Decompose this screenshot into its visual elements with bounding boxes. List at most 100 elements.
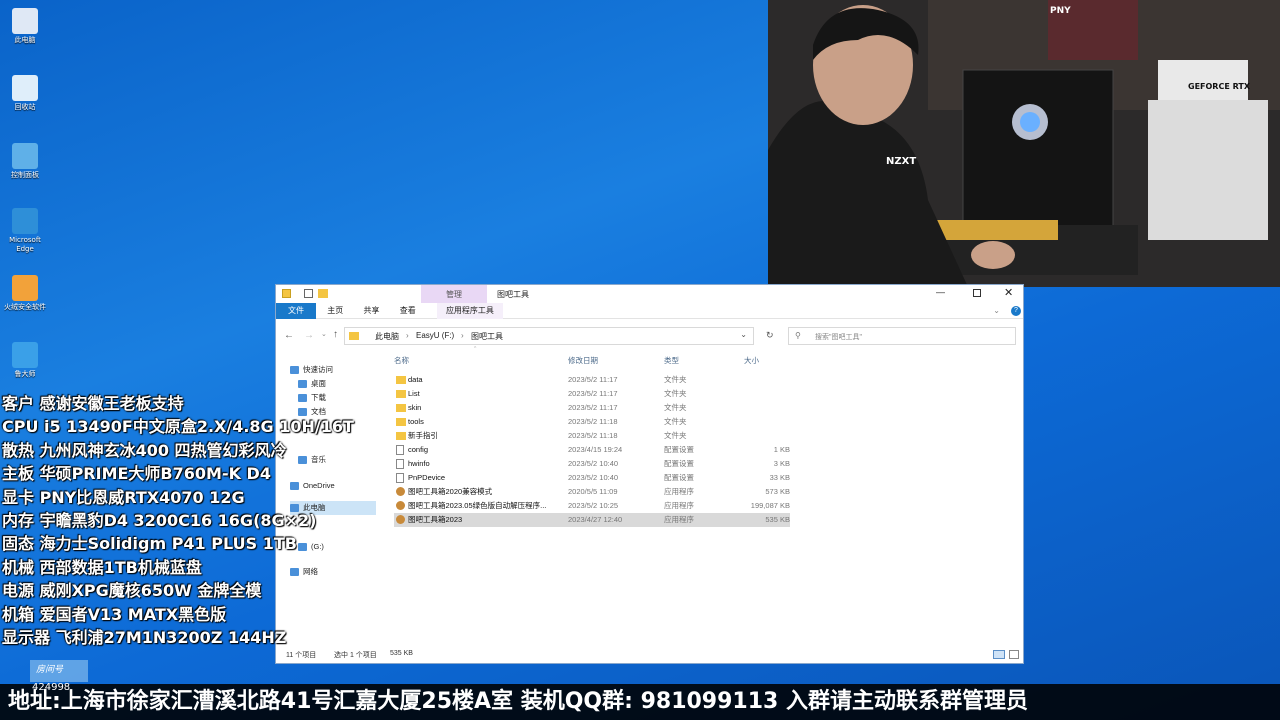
nav-item[interactable]: OneDrive — [290, 479, 335, 493]
nav-item-label: (G:) — [311, 542, 324, 551]
nav-item[interactable]: 网络 — [290, 565, 318, 579]
folder-icon — [349, 332, 359, 340]
file-row[interactable]: 图吧工具箱2023.05绿色版自动解压程序... 2023/5/2 10:25 应用… — [394, 499, 790, 513]
tab-app-tools[interactable]: 应用程序工具 — [436, 303, 503, 319]
tab-file[interactable]: 文件 — [276, 303, 316, 319]
file-type: 配置设置 — [664, 459, 694, 468]
selected-size: 535 KB — [390, 650, 413, 657]
app-icon — [396, 501, 405, 510]
forward-icon[interactable]: → — [304, 330, 314, 341]
tab-view[interactable]: 查看 — [391, 303, 425, 319]
file-row[interactable]: 图吧工具箱2023 2023/4/27 12:40 应用程序 535 KB — [394, 513, 790, 527]
room-label: 房间号 — [36, 665, 64, 675]
title-bar: 管理 图吧工具 — ✕ — [276, 285, 1023, 303]
column-type[interactable]: 类型 — [664, 355, 679, 366]
maximize-button[interactable] — [973, 289, 981, 297]
item-count: 11 个项目 — [286, 652, 317, 659]
tab-share[interactable]: 共享 — [354, 303, 388, 319]
file-row[interactable]: 图吧工具箱2020兼容模式 2020/5/5 11:09 应用程序 573 KB — [394, 485, 790, 499]
help-icon[interactable]: ? — [1011, 306, 1021, 316]
nav-item[interactable]: 音乐 — [298, 453, 326, 467]
file-name: PnPDevice — [408, 473, 446, 482]
nav-item[interactable]: 桌面 — [298, 377, 326, 391]
file-date: 2023/4/15 19:24 — [568, 445, 623, 454]
file-type: 文件夹 — [664, 417, 687, 426]
desktop-icon[interactable]: 此电脑 — [4, 8, 46, 45]
column-name[interactable]: 名称 — [394, 355, 409, 366]
folder-icon — [396, 404, 406, 412]
desktop-icon[interactable]: 鲁大师 — [4, 342, 46, 379]
desktop-icon[interactable]: Microsoft Edge — [4, 208, 46, 254]
spec-line: 客户 感谢安徽王老板支持 — [2, 394, 184, 413]
quick-access-toolbar-icon[interactable] — [282, 289, 291, 298]
recent-locations-icon[interactable]: ⌄ — [321, 330, 327, 338]
refresh-icon[interactable]: ↻ — [766, 330, 774, 341]
search-placeholder: 搜索"图吧工具" — [815, 334, 862, 341]
file-size: 3 KB — [773, 459, 790, 468]
breadcrumb-folder[interactable]: 图吧工具 — [471, 331, 503, 342]
desktop-icon-label: 此电脑 — [14, 36, 36, 44]
chevron-down-icon[interactable]: ⌄ — [740, 330, 747, 339]
desktop-icon[interactable]: 火绒安全软件 — [4, 275, 46, 312]
file-date: 2023/4/27 12:40 — [568, 515, 623, 524]
column-size[interactable]: 大小 — [744, 355, 759, 366]
large-icons-view-icon[interactable] — [1009, 650, 1019, 659]
desktop-icon-label: 火绒安全软件 — [4, 303, 46, 311]
breadcrumb-drive[interactable]: EasyU (F:) — [416, 331, 454, 340]
search-input[interactable]: ⚲ 搜索"图吧工具" — [788, 327, 1016, 345]
desktop-icon[interactable]: 回收站 — [4, 75, 46, 112]
file-name: config — [408, 445, 429, 454]
nav-item[interactable]: 下载 — [298, 391, 326, 405]
nav-item-label: 网络 — [303, 567, 318, 576]
config-file-icon — [396, 473, 404, 483]
file-row[interactable]: hwinfo 2023/5/2 10:40 配置设置 3 KB — [394, 457, 790, 471]
config-file-icon — [396, 445, 404, 455]
back-icon[interactable]: ← — [284, 330, 294, 341]
file-name: 图吧工具箱2020兼容模式 — [408, 487, 493, 496]
breadcrumb-sep: › — [461, 331, 464, 340]
recycle-bin-icon — [12, 75, 38, 101]
download-icon — [298, 394, 307, 403]
column-date[interactable]: 修改日期 — [568, 355, 598, 366]
desktop-icon-label: 控制面板 — [11, 171, 39, 179]
star-icon — [290, 366, 299, 375]
folder-icon — [396, 418, 406, 426]
file-row[interactable]: skin 2023/5/2 11:17 文件夹 — [394, 401, 790, 415]
nav-item[interactable]: 快速访问 — [290, 363, 333, 377]
file-row[interactable]: PnPDevice 2023/5/2 10:40 配置设置 33 KB — [394, 471, 790, 485]
file-date: 2023/5/2 10:40 — [568, 459, 619, 468]
minimize-button[interactable]: — — [936, 287, 945, 297]
config-file-icon — [396, 459, 404, 469]
desktop-icon[interactable]: 控制面板 — [4, 143, 46, 180]
file-row[interactable]: tools 2023/5/2 11:18 文件夹 — [394, 415, 790, 429]
folder-icon — [396, 376, 406, 384]
context-tab-manage[interactable]: 管理 — [421, 285, 487, 303]
file-row[interactable]: config 2023/4/15 19:24 配置设置 1 KB — [394, 443, 790, 457]
spec-line: CPU i5 13490F中文原盒2.X/4.8G 10H/16T — [2, 417, 354, 437]
tab-home[interactable]: 主页 — [318, 303, 352, 319]
spec-line: 显卡 PNY比恩威RTX4070 12G — [2, 487, 245, 507]
status-bar: 11 个项目 选中 1 个项目 535 KB — [276, 647, 1023, 663]
nav-item[interactable]: (G:) — [298, 540, 324, 554]
undo-icon[interactable] — [304, 289, 313, 298]
control-panel-icon — [12, 143, 38, 169]
address-bar[interactable]: 此电脑 › EasyU (F:) › 图吧工具 ⌄ — [344, 327, 754, 345]
file-row[interactable]: List 2023/5/2 11:17 文件夹 — [394, 387, 790, 401]
desktop-icon-label: Microsoft Edge — [9, 236, 41, 253]
drive-icon — [298, 543, 307, 552]
sign-rtx: GEFORCE RTX — [1188, 82, 1251, 91]
folder-icon[interactable] — [318, 289, 328, 298]
breadcrumb-this-pc[interactable]: 此电脑 — [375, 331, 399, 342]
ribbon-expand-icon[interactable]: ⌄ — [984, 303, 1009, 319]
desktop-icon-label: 鲁大师 — [14, 370, 36, 378]
ribbon-tabs: 文件 主页 共享 查看 应用程序工具 ⌄ ? — [276, 303, 1023, 319]
file-type: 文件夹 — [664, 431, 687, 440]
folder-icon — [396, 432, 406, 440]
nav-item-label: 音乐 — [311, 455, 326, 464]
close-button[interactable]: ✕ — [1004, 286, 1013, 299]
file-row[interactable]: 新手指引 2023/5/2 11:18 文件夹 — [394, 429, 790, 443]
details-view-icon[interactable] — [993, 650, 1005, 659]
file-date: 2023/5/2 10:25 — [568, 501, 619, 510]
up-icon[interactable]: ↑ — [333, 329, 338, 340]
file-row[interactable]: data 2023/5/2 11:17 文件夹 — [394, 373, 790, 387]
